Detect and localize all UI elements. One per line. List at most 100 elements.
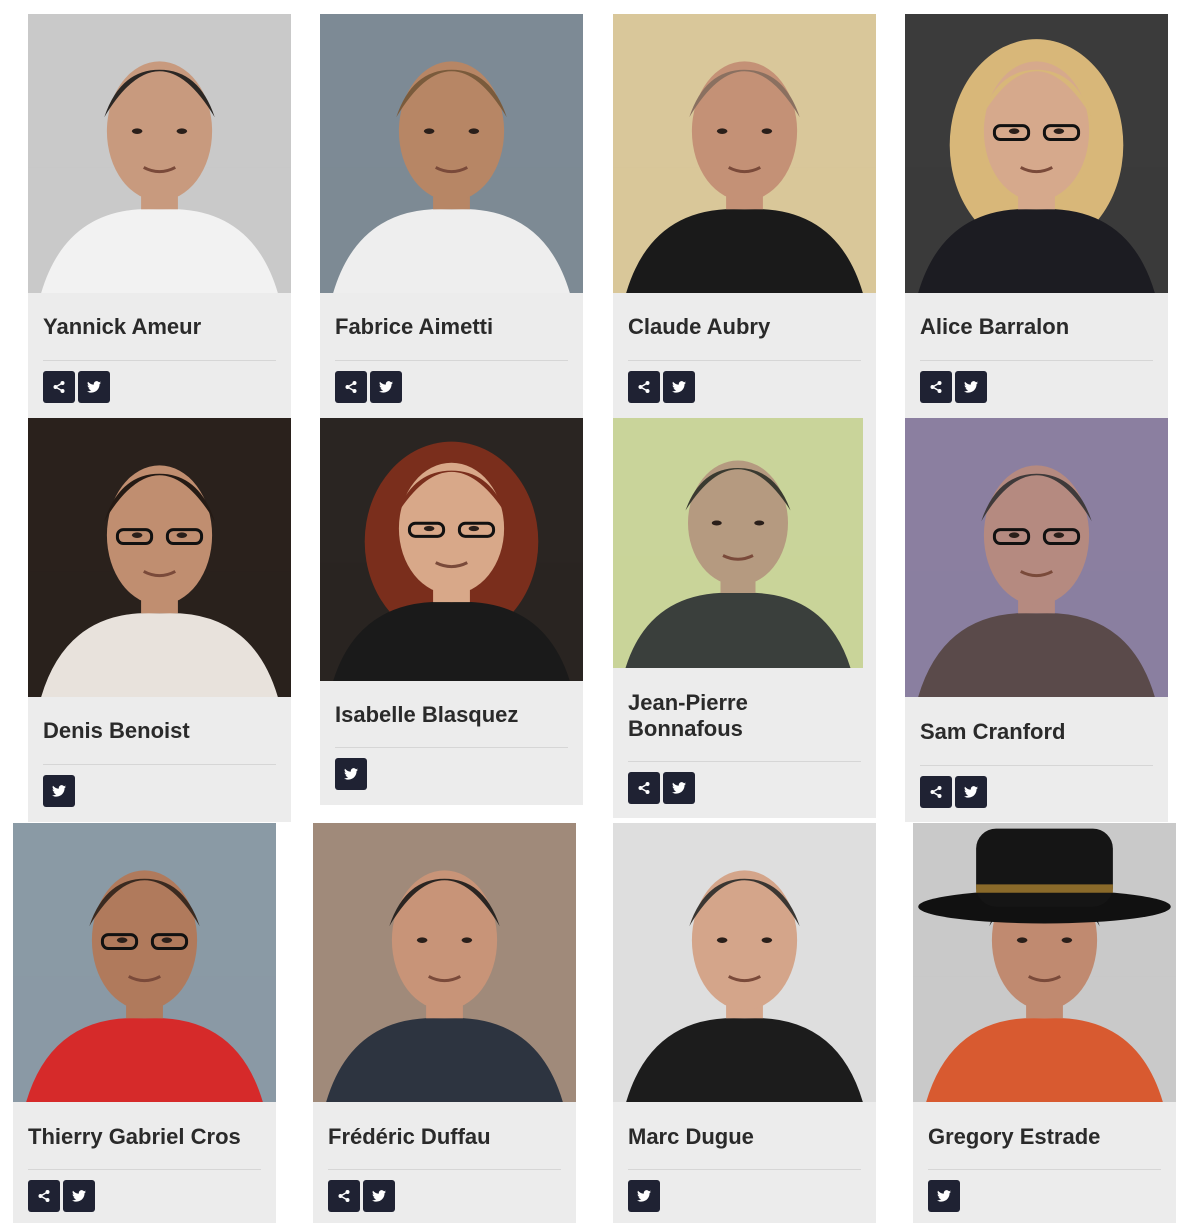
team-member-card: Frédéric Duffau bbox=[313, 823, 576, 1223]
social-buttons bbox=[43, 775, 75, 807]
card-divider bbox=[335, 360, 568, 361]
team-member-card: Alice Barralon bbox=[905, 14, 1168, 418]
member-name[interactable]: Gregory Estrade bbox=[928, 1124, 1161, 1150]
share-icon bbox=[929, 785, 943, 799]
team-member-card: Fabrice Aimetti bbox=[320, 14, 583, 418]
share-button[interactable] bbox=[328, 1180, 360, 1212]
social-buttons bbox=[628, 371, 695, 403]
member-name[interactable]: Alice Barralon bbox=[920, 314, 1153, 340]
team-member-card: Yannick Ameur bbox=[28, 14, 291, 418]
member-photo[interactable] bbox=[28, 418, 291, 697]
share-icon bbox=[337, 1189, 351, 1203]
share-icon bbox=[344, 380, 358, 394]
member-name[interactable]: Jean-Pierre Bonnafous bbox=[628, 690, 778, 742]
card-divider bbox=[28, 1169, 261, 1170]
card-divider bbox=[928, 1169, 1161, 1170]
card-divider bbox=[628, 761, 861, 762]
card-divider bbox=[628, 1169, 861, 1170]
member-photo[interactable] bbox=[613, 14, 876, 293]
twitter-button[interactable] bbox=[628, 1180, 660, 1212]
twitter-button[interactable] bbox=[43, 775, 75, 807]
card-divider bbox=[335, 747, 568, 748]
twitter-icon bbox=[937, 1190, 951, 1202]
twitter-icon bbox=[672, 782, 686, 794]
twitter-icon bbox=[637, 1190, 651, 1202]
social-buttons bbox=[43, 371, 110, 403]
card-divider bbox=[628, 360, 861, 361]
member-photo[interactable] bbox=[613, 418, 863, 668]
share-icon bbox=[37, 1189, 51, 1203]
member-name[interactable]: Frédéric Duffau bbox=[328, 1124, 561, 1150]
share-button[interactable] bbox=[335, 371, 367, 403]
share-button[interactable] bbox=[628, 772, 660, 804]
social-buttons bbox=[335, 758, 367, 790]
team-member-card: Denis Benoist bbox=[28, 418, 291, 822]
team-member-card: Claude Aubry bbox=[613, 14, 876, 418]
twitter-icon bbox=[87, 381, 101, 393]
member-name[interactable]: Claude Aubry bbox=[628, 314, 861, 340]
share-icon bbox=[637, 380, 651, 394]
social-buttons bbox=[628, 772, 695, 804]
twitter-button[interactable] bbox=[78, 371, 110, 403]
twitter-button[interactable] bbox=[663, 772, 695, 804]
team-member-card: Marc Dugue bbox=[613, 823, 876, 1223]
team-member-card: Sam Cranford bbox=[905, 418, 1168, 822]
twitter-icon bbox=[379, 381, 393, 393]
social-buttons bbox=[335, 371, 402, 403]
member-name[interactable]: Thierry Gabriel Cros bbox=[28, 1124, 261, 1150]
twitter-button[interactable] bbox=[370, 371, 402, 403]
member-name[interactable]: Sam Cranford bbox=[920, 719, 1153, 745]
share-button[interactable] bbox=[628, 371, 660, 403]
member-photo[interactable] bbox=[320, 418, 583, 681]
social-buttons bbox=[920, 371, 987, 403]
share-icon bbox=[637, 781, 651, 795]
twitter-icon bbox=[672, 381, 686, 393]
share-icon bbox=[52, 380, 66, 394]
member-name[interactable]: Isabelle Blasquez bbox=[335, 702, 568, 728]
member-name[interactable]: Yannick Ameur bbox=[43, 314, 276, 340]
social-buttons bbox=[928, 1180, 960, 1212]
share-icon bbox=[929, 380, 943, 394]
card-divider bbox=[43, 360, 276, 361]
twitter-button[interactable] bbox=[928, 1180, 960, 1212]
share-button[interactable] bbox=[920, 776, 952, 808]
member-photo[interactable] bbox=[28, 14, 291, 293]
twitter-icon bbox=[372, 1190, 386, 1202]
member-name[interactable]: Marc Dugue bbox=[628, 1124, 861, 1150]
member-photo[interactable] bbox=[905, 14, 1168, 293]
share-button[interactable] bbox=[43, 371, 75, 403]
card-divider bbox=[920, 765, 1153, 766]
member-photo[interactable] bbox=[313, 823, 576, 1102]
member-photo[interactable] bbox=[905, 418, 1168, 697]
twitter-icon bbox=[52, 785, 66, 797]
twitter-button[interactable] bbox=[363, 1180, 395, 1212]
twitter-icon bbox=[964, 381, 978, 393]
twitter-button[interactable] bbox=[663, 371, 695, 403]
twitter-icon bbox=[344, 768, 358, 780]
twitter-icon bbox=[964, 786, 978, 798]
card-divider bbox=[43, 764, 276, 765]
card-divider bbox=[920, 360, 1153, 361]
social-buttons bbox=[28, 1180, 95, 1212]
member-photo[interactable] bbox=[613, 823, 876, 1102]
team-member-card: Gregory Estrade bbox=[913, 823, 1176, 1223]
social-buttons bbox=[628, 1180, 660, 1212]
social-buttons bbox=[920, 776, 987, 808]
team-member-card: Isabelle Blasquez bbox=[320, 418, 583, 805]
twitter-button[interactable] bbox=[335, 758, 367, 790]
twitter-icon bbox=[72, 1190, 86, 1202]
team-member-card: Jean-Pierre Bonnafous bbox=[613, 418, 876, 818]
twitter-button[interactable] bbox=[955, 371, 987, 403]
social-buttons bbox=[328, 1180, 395, 1212]
member-photo[interactable] bbox=[320, 14, 583, 293]
member-photo[interactable] bbox=[13, 823, 276, 1102]
twitter-button[interactable] bbox=[955, 776, 987, 808]
member-name[interactable]: Fabrice Aimetti bbox=[335, 314, 568, 340]
member-photo[interactable] bbox=[913, 823, 1176, 1102]
share-button[interactable] bbox=[920, 371, 952, 403]
share-button[interactable] bbox=[28, 1180, 60, 1212]
twitter-button[interactable] bbox=[63, 1180, 95, 1212]
member-name[interactable]: Denis Benoist bbox=[43, 718, 276, 744]
team-member-card: Thierry Gabriel Cros bbox=[13, 823, 276, 1223]
card-divider bbox=[328, 1169, 561, 1170]
